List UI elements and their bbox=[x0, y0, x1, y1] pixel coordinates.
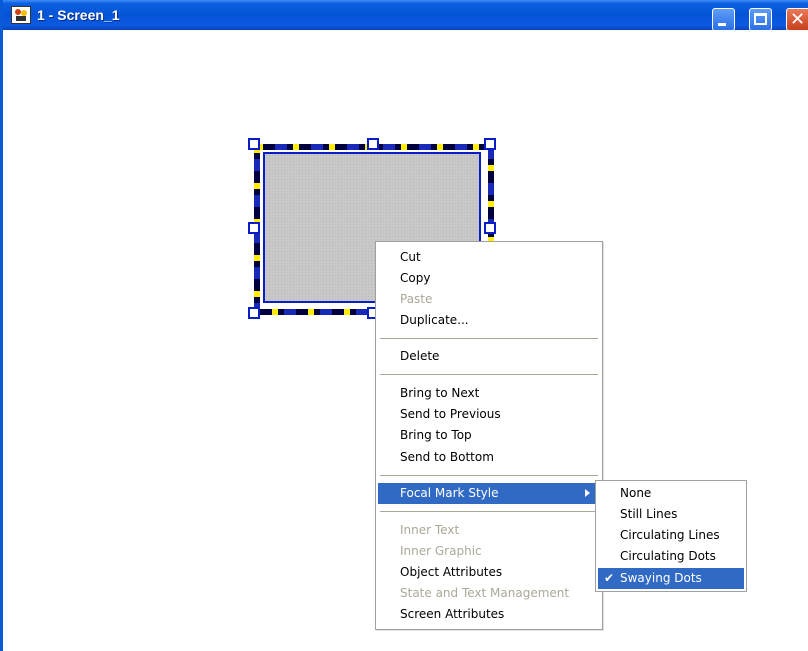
menu-item-inner-text[interactable]: Inner Text bbox=[378, 520, 600, 541]
screen-window: 1 - Screen_1 ✕ Cut Copy Paste Duplicate.… bbox=[0, 0, 808, 651]
menu-item-copy[interactable]: Copy bbox=[378, 268, 600, 289]
submenu-item-circulating-dots[interactable]: Circulating Dots bbox=[598, 546, 744, 567]
resize-handle-top-left[interactable] bbox=[248, 138, 260, 150]
submenu-item-still-lines[interactable]: Still Lines bbox=[598, 504, 744, 525]
submenu-item-circulating-lines[interactable]: Circulating Lines bbox=[598, 525, 744, 546]
menu-item-object-attributes[interactable]: Object Attributes bbox=[378, 562, 600, 583]
focal-mark-style-submenu: None Still Lines Circulating Lines Circu… bbox=[595, 480, 747, 592]
maximize-button[interactable] bbox=[749, 8, 772, 31]
close-button[interactable]: ✕ bbox=[786, 8, 808, 31]
menu-item-bring-to-next[interactable]: Bring to Next bbox=[378, 383, 600, 404]
menu-item-inner-graphic[interactable]: Inner Graphic bbox=[378, 541, 600, 562]
menu-separator bbox=[380, 475, 598, 476]
maximize-icon bbox=[754, 13, 767, 25]
menu-item-duplicate[interactable]: Duplicate... bbox=[378, 310, 600, 331]
submenu-item-swaying-dots-label: Swaying Dots bbox=[620, 571, 702, 585]
menu-item-focal-mark-style[interactable]: Focal Mark Style bbox=[378, 483, 600, 504]
resize-handle-top-right[interactable] bbox=[484, 138, 496, 150]
menu-item-paste[interactable]: Paste bbox=[378, 289, 600, 310]
minimize-icon bbox=[718, 23, 726, 26]
title-bar[interactable]: 1 - Screen_1 ✕ bbox=[3, 0, 808, 31]
menu-item-send-to-bottom[interactable]: Send to Bottom bbox=[378, 447, 600, 468]
menu-item-bring-to-top[interactable]: Bring to Top bbox=[378, 425, 600, 446]
resize-handle-right[interactable] bbox=[484, 222, 496, 234]
submenu-item-swaying-dots[interactable]: ✔ Swaying Dots bbox=[598, 568, 744, 589]
menu-item-cut[interactable]: Cut bbox=[378, 247, 600, 268]
resize-handle-left[interactable] bbox=[248, 222, 260, 234]
menu-item-focal-mark-style-label: Focal Mark Style bbox=[400, 486, 499, 500]
menu-item-screen-attributes[interactable]: Screen Attributes bbox=[378, 604, 600, 625]
menu-item-state-and-text-management[interactable]: State and Text Management bbox=[378, 583, 600, 604]
submenu-item-none[interactable]: None bbox=[598, 483, 744, 504]
minimize-button[interactable] bbox=[712, 8, 735, 31]
context-menu: Cut Copy Paste Duplicate... Delete Bring… bbox=[375, 241, 603, 630]
menu-item-delete[interactable]: Delete bbox=[378, 346, 600, 367]
menu-separator bbox=[380, 374, 598, 375]
menu-separator bbox=[380, 338, 598, 339]
menu-item-send-to-previous[interactable]: Send to Previous bbox=[378, 404, 600, 425]
resize-handle-top[interactable] bbox=[367, 138, 379, 150]
checkmark-icon: ✔ bbox=[604, 571, 615, 585]
window-title: 1 - Screen_1 bbox=[37, 7, 120, 23]
resize-handle-bottom-left[interactable] bbox=[248, 307, 260, 319]
submenu-arrow-icon bbox=[585, 489, 590, 497]
app-icon[interactable] bbox=[11, 6, 31, 24]
close-icon: ✕ bbox=[790, 9, 806, 30]
menu-separator bbox=[380, 511, 598, 512]
